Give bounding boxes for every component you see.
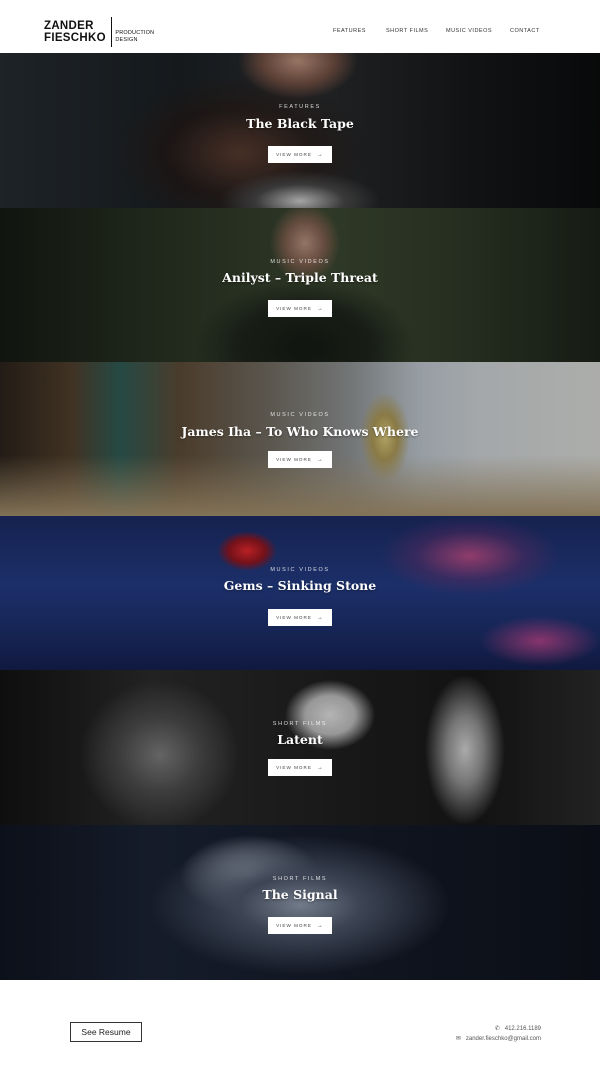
- view-more-button[interactable]: VIEW MORE →: [268, 146, 332, 163]
- project-title: The Signal: [262, 887, 338, 902]
- see-resume-button[interactable]: See Resume: [70, 1022, 142, 1042]
- email-address[interactable]: zander.fieschko@gmail.com: [466, 1034, 541, 1044]
- project-category: SHORT FILMS: [272, 721, 328, 727]
- site-header: ZANDER FIESCHKO PRODUCTION DESIGN FEATUR…: [0, 0, 600, 53]
- project-category: MUSIC VIDEOS: [270, 259, 330, 265]
- nav-contact[interactable]: CONTACT: [510, 28, 540, 34]
- view-more-button[interactable]: VIEW MORE →: [268, 609, 332, 626]
- project-title: Latent: [277, 732, 323, 747]
- project-panel-james-iha[interactable]: MUSIC VIDEOS James Iha – To Who Knows Wh…: [0, 362, 600, 517]
- project-title: Gems – Sinking Stone: [223, 578, 377, 593]
- project-category: MUSIC VIDEOS: [270, 412, 330, 418]
- view-more-button[interactable]: VIEW MORE →: [268, 300, 332, 317]
- nav-features[interactable]: FEATURES: [333, 28, 366, 34]
- phone-number[interactable]: 412.216.1189: [505, 1024, 541, 1034]
- arrow-right-icon: →: [316, 305, 324, 312]
- phone-icon: ✆: [494, 1026, 500, 1032]
- project-category: MUSIC VIDEOS: [270, 567, 330, 573]
- view-more-button[interactable]: VIEW MORE →: [268, 759, 332, 776]
- arrow-right-icon: →: [316, 151, 324, 158]
- arrow-right-icon: →: [316, 922, 324, 929]
- view-more-button[interactable]: VIEW MORE →: [268, 451, 332, 468]
- project-category: SHORT FILMS: [272, 876, 328, 882]
- nav-music-videos[interactable]: MUSIC VIDEOS: [446, 28, 492, 34]
- phone-row: ✆ 412.216.1189: [456, 1024, 541, 1034]
- arrow-right-icon: →: [316, 456, 324, 463]
- contact-info: ✆ 412.216.1189 ✉ zander.fieschko@gmail.c…: [456, 1024, 541, 1044]
- arrow-right-icon: →: [316, 614, 324, 621]
- project-title: Anilyst – Triple Threat: [222, 270, 378, 285]
- project-title: James Iha – To Who Knows Where: [181, 424, 419, 439]
- project-category: FEATURES: [279, 104, 321, 110]
- project-panel-latent[interactable]: SHORT FILMS Latent VIEW MORE →: [0, 670, 600, 825]
- project-panel-black-tape[interactable]: FEATURES The Black Tape VIEW MORE →: [0, 53, 600, 208]
- view-more-button[interactable]: VIEW MORE →: [268, 917, 332, 934]
- nav-short-films[interactable]: SHORT FILMS: [386, 28, 428, 34]
- arrow-right-icon: →: [316, 764, 324, 771]
- main-nav: FEATURES SHORT FILMS MUSIC VIDEOS CONTAC…: [0, 28, 600, 36]
- envelope-icon: ✉: [455, 1036, 461, 1042]
- project-panel-anilyst[interactable]: MUSIC VIDEOS Anilyst – Triple Threat VIE…: [0, 208, 600, 363]
- project-panel-gems[interactable]: MUSIC VIDEOS Gems – Sinking Stone VIEW M…: [0, 516, 600, 671]
- email-row: ✉ zander.fieschko@gmail.com: [456, 1034, 541, 1044]
- project-panel-the-signal[interactable]: SHORT FILMS The Signal VIEW MORE →: [0, 825, 600, 980]
- project-title: The Black Tape: [246, 116, 354, 131]
